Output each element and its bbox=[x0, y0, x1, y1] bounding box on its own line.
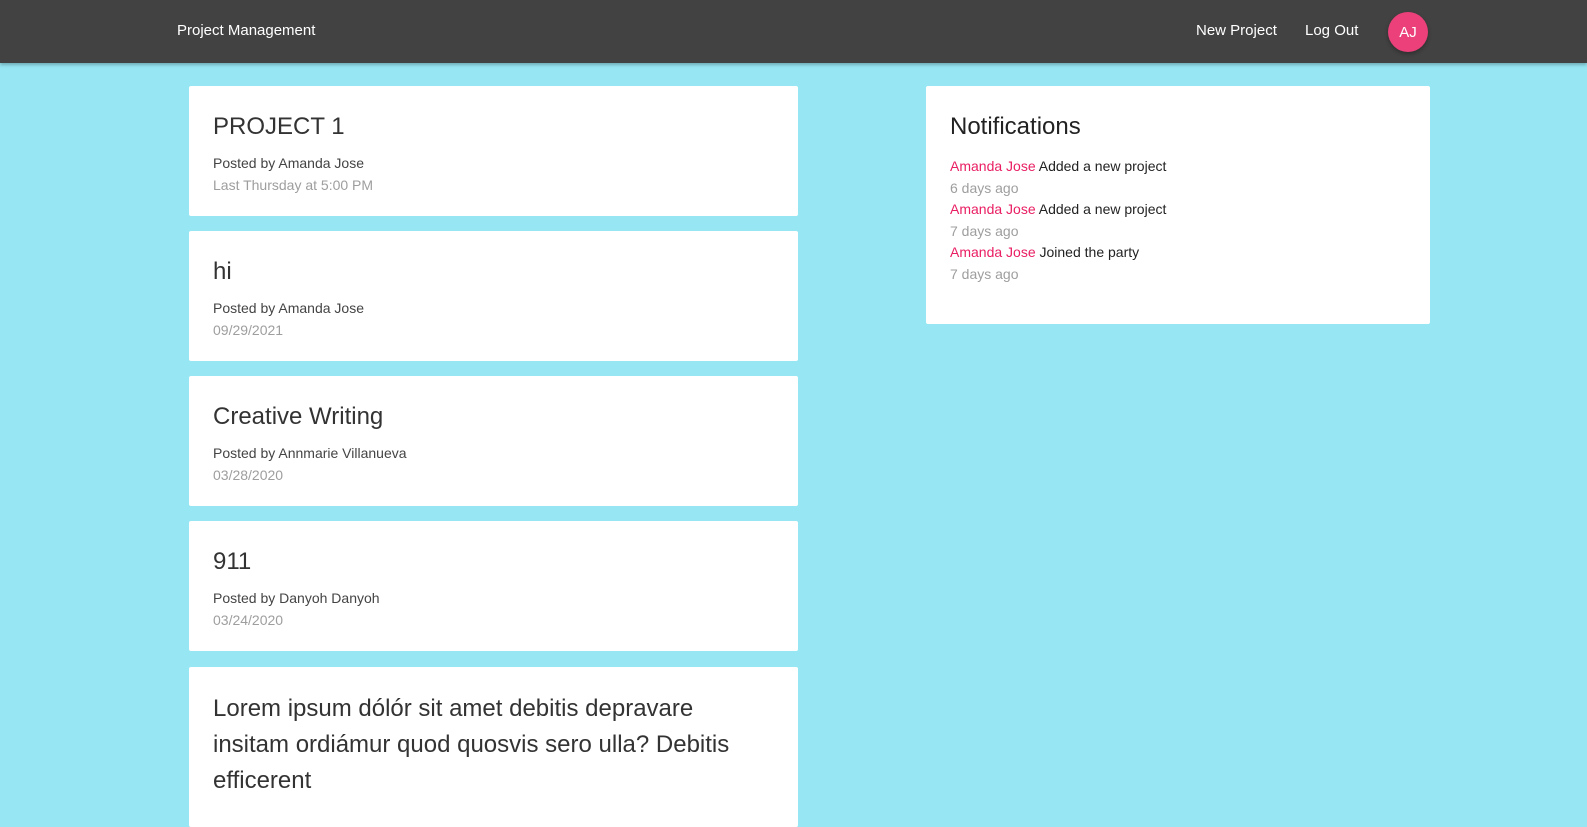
navbar: Project Management New Project Log Out A… bbox=[0, 0, 1587, 63]
notification-item: Amanda Jose Added a new project 7 days a… bbox=[950, 199, 1406, 242]
project-date: Last Thursday at 5:00 PM bbox=[213, 177, 374, 193]
project-author: Posted by Amanda Jose bbox=[213, 155, 364, 171]
notification-user: Amanda Jose bbox=[950, 244, 1036, 260]
new-project-link[interactable]: New Project bbox=[1196, 22, 1277, 39]
brand-link[interactable]: Project Management bbox=[177, 22, 315, 39]
log-out-link[interactable]: Log Out bbox=[1305, 22, 1358, 39]
project-title: hi bbox=[213, 258, 232, 285]
notification-time: 7 days ago bbox=[950, 265, 1019, 282]
notification-user: Amanda Jose bbox=[950, 201, 1036, 217]
project-date: 03/28/2020 bbox=[213, 467, 284, 483]
notifications-title: Notifications bbox=[950, 113, 1081, 140]
notification-action: Added a new project bbox=[1038, 201, 1167, 217]
notification-item: Amanda Jose Added a new project 6 days a… bbox=[950, 156, 1406, 199]
project-date: 09/29/2021 bbox=[213, 322, 284, 338]
notification-item: Amanda Jose Joined the party 7 days ago bbox=[950, 242, 1406, 285]
project-card[interactable]: Lorem ipsum dólór sit amet debitis depra… bbox=[189, 667, 798, 827]
notifications-panel: Notifications Amanda Jose Added a new pr… bbox=[926, 86, 1430, 324]
project-card[interactable]: hi Posted by Amanda Jose 09/29/2021 bbox=[189, 231, 798, 361]
project-date: 03/24/2020 bbox=[213, 612, 284, 628]
project-title: Lorem ipsum dólór sit amet debitis depra… bbox=[213, 695, 730, 794]
project-title: PROJECT 1 bbox=[213, 113, 345, 140]
notification-action: Joined the party bbox=[1039, 244, 1140, 260]
project-author: Posted by Annmarie Villanueva bbox=[213, 445, 407, 461]
project-card[interactable]: PROJECT 1 Posted by Amanda Jose Last Thu… bbox=[189, 86, 798, 216]
user-avatar[interactable]: AJ bbox=[1388, 12, 1428, 52]
notification-time: 7 days ago bbox=[950, 222, 1019, 239]
notification-action: Added a new project bbox=[1038, 158, 1167, 174]
project-author: Posted by Danyoh Danyoh bbox=[213, 590, 380, 606]
project-card[interactable]: 911 Posted by Danyoh Danyoh 03/24/2020 bbox=[189, 521, 798, 651]
project-card[interactable]: Creative Writing Posted by Annmarie Vill… bbox=[189, 376, 798, 506]
project-author: Posted by Amanda Jose bbox=[213, 300, 364, 316]
project-title: 911 bbox=[213, 548, 252, 575]
notification-user: Amanda Jose bbox=[950, 158, 1036, 174]
notification-time: 6 days ago bbox=[950, 179, 1019, 196]
project-title: Creative Writing bbox=[213, 403, 384, 430]
